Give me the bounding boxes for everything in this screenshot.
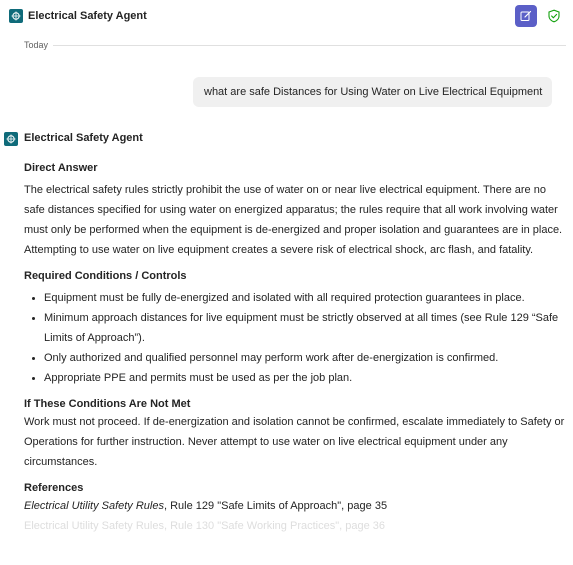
date-divider: Today xyxy=(0,38,573,52)
section-title-required-conditions: Required Conditions / Controls xyxy=(24,270,187,282)
user-message-text: what are safe Distances for Using Water … xyxy=(204,86,543,98)
list-item: Equipment must be fully de-energized and… xyxy=(32,288,569,308)
chat-page: Electrical Safety Agent Today what are s… xyxy=(0,0,573,565)
section-title-direct-answer: Direct Answer xyxy=(24,162,98,174)
section-title-not-met: If These Conditions Are Not Met xyxy=(24,398,191,410)
direct-answer-text: The electrical safety rules strictly pro… xyxy=(24,184,563,256)
section-title-references: References xyxy=(24,482,84,494)
reference-item: Electrical Utility Safety Rules, Rule 12… xyxy=(24,496,569,516)
required-conditions-list: Equipment must be fully de-energized and… xyxy=(24,288,569,388)
agent-avatar-icon xyxy=(4,132,18,146)
divider-line xyxy=(53,45,566,46)
not-met-text: Work must not proceed. If de-energizatio… xyxy=(24,416,565,468)
list-item: Only authorized and qualified personnel … xyxy=(32,348,569,368)
reference-doc-detail: , Rule 129 "Safe Limits of Approach", pa… xyxy=(164,500,388,512)
agent-logo-icon xyxy=(9,9,23,23)
new-chat-button[interactable] xyxy=(515,5,537,27)
reference-doc-title: Electrical Utility Safety Rules xyxy=(24,500,164,512)
date-divider-label: Today xyxy=(24,40,49,50)
shield-check-icon[interactable] xyxy=(547,9,561,23)
list-item: Appropriate PPE and permits must be used… xyxy=(32,368,569,388)
agent-name: Electrical Safety Agent xyxy=(24,132,143,144)
reference-item-faded: Electrical Utility Safety Rules, Rule 13… xyxy=(24,520,385,532)
agent-response: Direct Answer The electrical safety rule… xyxy=(24,160,569,536)
app-title: Electrical Safety Agent xyxy=(28,10,147,22)
top-bar: Electrical Safety Agent xyxy=(0,0,573,34)
user-message-bubble: what are safe Distances for Using Water … xyxy=(193,77,552,107)
list-item: Minimum approach distances for live equi… xyxy=(32,308,569,348)
compose-icon xyxy=(520,10,532,21)
